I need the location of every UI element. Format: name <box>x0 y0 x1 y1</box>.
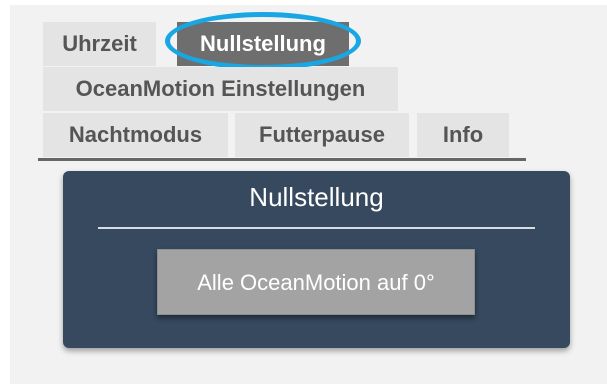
tab-futterpause[interactable]: Futterpause <box>235 113 409 157</box>
tab-info[interactable]: Info <box>417 113 509 157</box>
tab-bar-underline <box>38 158 526 161</box>
panel-divider <box>98 227 535 229</box>
reset-all-oceanmotion-button[interactable]: Alle OceanMotion auf 0° <box>157 249 475 315</box>
panel-title: Nullstellung <box>249 182 384 212</box>
tab-nachtmodus[interactable]: Nachtmodus <box>43 113 228 157</box>
nullstellung-panel: Nullstellung Alle OceanMotion auf 0° <box>63 171 570 348</box>
tab-nullstellung[interactable]: Nullstellung <box>177 22 349 66</box>
tab-uhrzeit[interactable]: Uhrzeit <box>43 22 156 66</box>
tab-oceanmotion-einstellungen[interactable]: OceanMotion Einstellungen <box>43 67 398 111</box>
